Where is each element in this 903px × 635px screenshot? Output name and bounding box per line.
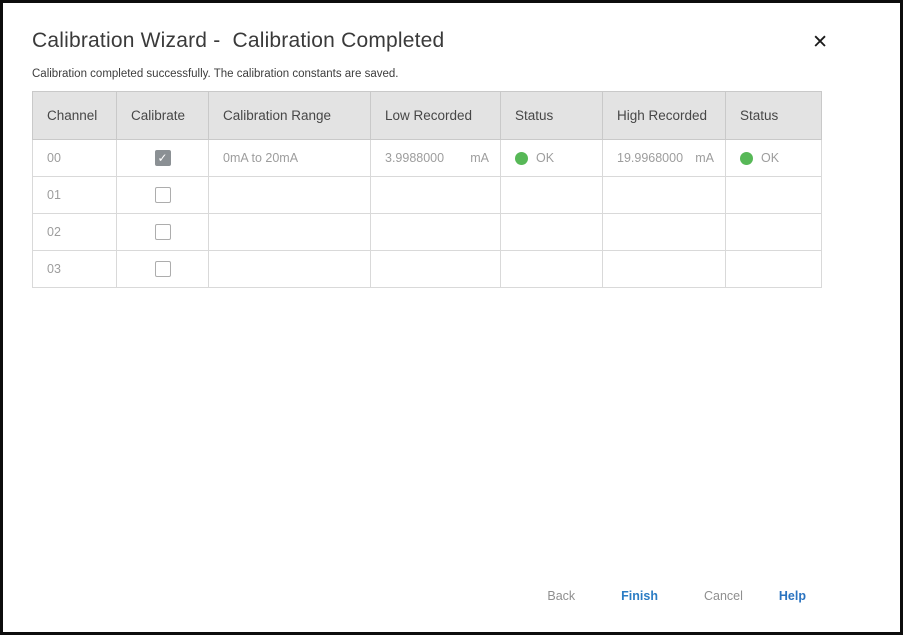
low-status-cell: OK bbox=[501, 140, 603, 177]
high-value: 19.9968000 bbox=[617, 151, 683, 165]
calibrate-checkbox[interactable]: ✓ bbox=[155, 261, 171, 277]
close-icon[interactable]: ✕ bbox=[808, 31, 832, 54]
low-recorded-cell bbox=[371, 251, 501, 288]
low-status-cell bbox=[501, 251, 603, 288]
status-message: Calibration completed successfully. The … bbox=[32, 68, 900, 80]
back-button[interactable]: Back bbox=[533, 579, 589, 613]
table-row: 02 ✓ bbox=[33, 214, 822, 251]
col-header-low-recorded: Low Recorded bbox=[371, 92, 501, 140]
low-status-cell bbox=[501, 177, 603, 214]
high-recorded-cell: 19.9968000 mA bbox=[603, 140, 726, 177]
channel-cell: 03 bbox=[33, 251, 117, 288]
high-recorded-cell bbox=[603, 214, 726, 251]
calibrate-checkbox[interactable]: ✓ bbox=[155, 150, 171, 166]
range-cell: 0mA to 20mA bbox=[209, 140, 371, 177]
calibrate-checkbox[interactable]: ✓ bbox=[155, 187, 171, 203]
channel-cell: 02 bbox=[33, 214, 117, 251]
status-ok-dot bbox=[740, 152, 753, 165]
low-recorded-cell bbox=[371, 214, 501, 251]
status-ok-dot bbox=[515, 152, 528, 165]
checkmark-icon: ✓ bbox=[157, 152, 167, 164]
table-row: 03 ✓ bbox=[33, 251, 822, 288]
help-button[interactable]: Help bbox=[765, 579, 820, 613]
high-status-cell: OK bbox=[726, 140, 822, 177]
col-header-low-status: Status bbox=[501, 92, 603, 140]
low-unit: mA bbox=[470, 151, 489, 165]
low-recorded-cell: 3.9988000 mA bbox=[371, 140, 501, 177]
channel-cell: 01 bbox=[33, 177, 117, 214]
wizard-footer: Back Finish Cancel Help bbox=[533, 579, 820, 613]
calibration-wizard-dialog: Calibration Wizard - Calibration Complet… bbox=[3, 3, 900, 632]
high-status-cell bbox=[726, 251, 822, 288]
high-recorded-cell bbox=[603, 251, 726, 288]
calibrate-cell: ✓ bbox=[117, 251, 209, 288]
range-cell bbox=[209, 177, 371, 214]
high-status-cell bbox=[726, 177, 822, 214]
table-row: 01 ✓ bbox=[33, 177, 822, 214]
dialog-frame: Calibration Wizard - Calibration Complet… bbox=[0, 0, 903, 635]
low-value: 3.9988000 bbox=[385, 151, 444, 165]
high-status-cell bbox=[726, 214, 822, 251]
col-header-channel: Channel bbox=[33, 92, 117, 140]
range-cell bbox=[209, 251, 371, 288]
status-label: OK bbox=[761, 151, 779, 165]
page-title: Calibration Wizard - Calibration Complet… bbox=[32, 29, 444, 53]
title-bar: Calibration Wizard - Calibration Complet… bbox=[32, 29, 900, 54]
high-unit: mA bbox=[695, 151, 714, 165]
col-header-calibration-range: Calibration Range bbox=[209, 92, 371, 140]
calibrate-cell: ✓ bbox=[117, 177, 209, 214]
col-header-calibrate: Calibrate bbox=[117, 92, 209, 140]
col-header-high-recorded: High Recorded bbox=[603, 92, 726, 140]
range-cell bbox=[209, 214, 371, 251]
high-recorded-cell bbox=[603, 177, 726, 214]
col-header-high-status: Status bbox=[726, 92, 822, 140]
table-header-row: Channel Calibrate Calibration Range Low … bbox=[33, 92, 822, 140]
calibration-table: Channel Calibrate Calibration Range Low … bbox=[32, 91, 822, 288]
status-label: OK bbox=[536, 151, 554, 165]
calibrate-cell: ✓ bbox=[117, 140, 209, 177]
cancel-button[interactable]: Cancel bbox=[690, 579, 757, 613]
finish-button[interactable]: Finish bbox=[607, 579, 672, 613]
channel-cell: 00 bbox=[33, 140, 117, 177]
calibrate-checkbox[interactable]: ✓ bbox=[155, 224, 171, 240]
low-recorded-cell bbox=[371, 177, 501, 214]
low-status-cell bbox=[501, 214, 603, 251]
calibrate-cell: ✓ bbox=[117, 214, 209, 251]
table-row: 00 ✓ 0mA to 20mA 3.9988000 mA OK 19.99680… bbox=[33, 140, 822, 177]
